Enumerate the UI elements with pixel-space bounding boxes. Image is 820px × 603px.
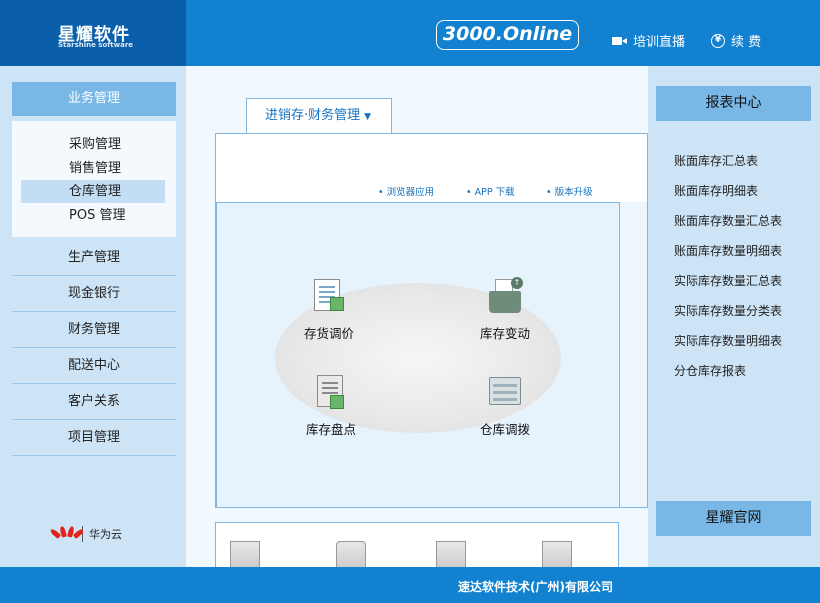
function-stocktake[interactable]: 库存盘点 [291, 373, 371, 438]
report-link[interactable]: 分仓库存报表 [674, 362, 746, 379]
huawei-cloud-partner: 华为云 [49, 525, 122, 542]
report-center-header[interactable]: 报表中心 [656, 86, 811, 121]
function-inventory-change[interactable]: ↑ 库存变动 [465, 277, 545, 342]
sidebar-item-crm[interactable]: 客户关系 [12, 384, 176, 420]
browser-app-link[interactable]: 浏览器应用 [378, 184, 435, 198]
report-link[interactable]: 账面库存数量汇总表 [674, 212, 782, 229]
business-submenu: 采购管理 销售管理 仓库管理 POS 管理 [12, 121, 176, 237]
warehouse-transfer-icon [486, 373, 524, 413]
top-header: 星耀软件 Starshine software 3000.Online 培训直播… [0, 0, 820, 66]
stocktake-icon [312, 373, 350, 413]
submenu-item-sales[interactable]: 销售管理 [21, 157, 165, 180]
renew-label: 续 费 [731, 35, 762, 50]
business-management-header[interactable]: 业务管理 [12, 82, 176, 116]
brand-badge: 3000.Online [436, 20, 579, 50]
tab-label: 进销存·财务管理 [265, 108, 361, 123]
approval-icon[interactable] [542, 541, 572, 567]
partner-label: 华为云 [89, 528, 122, 541]
function-canvas: 存货调价 ↑ 库存变动 库存盘点 仓库调拨 [216, 202, 620, 508]
left-sidebar: 业务管理 采购管理 销售管理 仓库管理 POS 管理 生产管理 现金银行 财务管… [0, 66, 186, 567]
server-icon[interactable] [336, 541, 366, 567]
right-sidebar: 报表中心 账面库存汇总表 账面库存明细表 账面库存数量汇总表 账面库存数量明细表… [648, 66, 820, 567]
logo-en-text: Starshine software [58, 41, 134, 49]
module-panel: 浏览器应用 APP 下载 版本升级 存货调价 ↑ 库存变动 [215, 133, 648, 508]
panel-header: 浏览器应用 APP 下载 版本升级 [216, 134, 647, 202]
huawei-logo-icon [49, 525, 85, 542]
checklist-icon[interactable] [436, 541, 466, 567]
inventory-change-icon: ↑ [486, 277, 524, 317]
training-live-link[interactable]: 培训直播 [612, 31, 685, 50]
renew-link[interactable]: ¥ 续 费 [711, 31, 761, 50]
yuan-icon: ¥ [711, 33, 725, 48]
logo[interactable]: 星耀软件 Starshine software [0, 0, 186, 66]
company-name: 速达软件技术(广州)有限公司 [458, 580, 613, 594]
app-download-link[interactable]: APP 下载 [466, 184, 515, 198]
report-link[interactable]: 账面库存数量明细表 [674, 242, 782, 259]
function-label: 库存变动 [479, 326, 530, 341]
video-camera-icon [612, 36, 627, 46]
more-functions-strip [215, 522, 619, 567]
submenu-item-warehouse[interactable]: 仓库管理 [21, 180, 165, 203]
official-site-button[interactable]: 星耀官网 [656, 501, 811, 536]
submenu-item-purchase[interactable]: 采购管理 [21, 133, 165, 156]
dropdown-arrow-icon: ▼ [364, 112, 372, 122]
price-adjust-icon [310, 277, 348, 317]
sidebar-item-cash-bank[interactable]: 现金银行 [12, 276, 176, 312]
sidebar-item-production[interactable]: 生产管理 [12, 240, 176, 276]
tab-inventory-finance[interactable]: 进销存·财务管理 ▼ [246, 98, 392, 133]
training-live-label: 培训直播 [633, 35, 686, 50]
report-link[interactable]: 账面库存汇总表 [674, 152, 758, 169]
sidebar-item-projects[interactable]: 项目管理 [12, 420, 176, 456]
function-label: 仓库调拨 [479, 422, 530, 437]
function-warehouse-transfer[interactable]: 仓库调拨 [465, 373, 545, 438]
function-label: 库存盘点 [305, 422, 356, 437]
sidebar-item-finance[interactable]: 财务管理 [12, 312, 176, 348]
footer-bar: 速达软件技术(广州)有限公司 [0, 567, 820, 603]
report-link[interactable]: 实际库存数量汇总表 [674, 272, 782, 289]
function-label: 存货调价 [303, 326, 354, 341]
main-area: 进销存·财务管理▼ 浏览器应用 APP 下载 版本升级 存货调价 ↑ [186, 66, 648, 567]
function-price-adjust[interactable]: 存货调价 [289, 277, 369, 342]
report-link[interactable]: 实际库存数量明细表 [674, 332, 782, 349]
sidebar-item-distribution[interactable]: 配送中心 [12, 348, 176, 384]
submenu-item-pos[interactable]: POS 管理 [21, 204, 165, 227]
report-link[interactable]: 实际库存数量分类表 [674, 302, 782, 319]
version-upgrade-link[interactable]: 版本升级 [546, 184, 593, 198]
report-link[interactable]: 账面库存明细表 [674, 182, 758, 199]
document-icon[interactable] [230, 541, 260, 567]
